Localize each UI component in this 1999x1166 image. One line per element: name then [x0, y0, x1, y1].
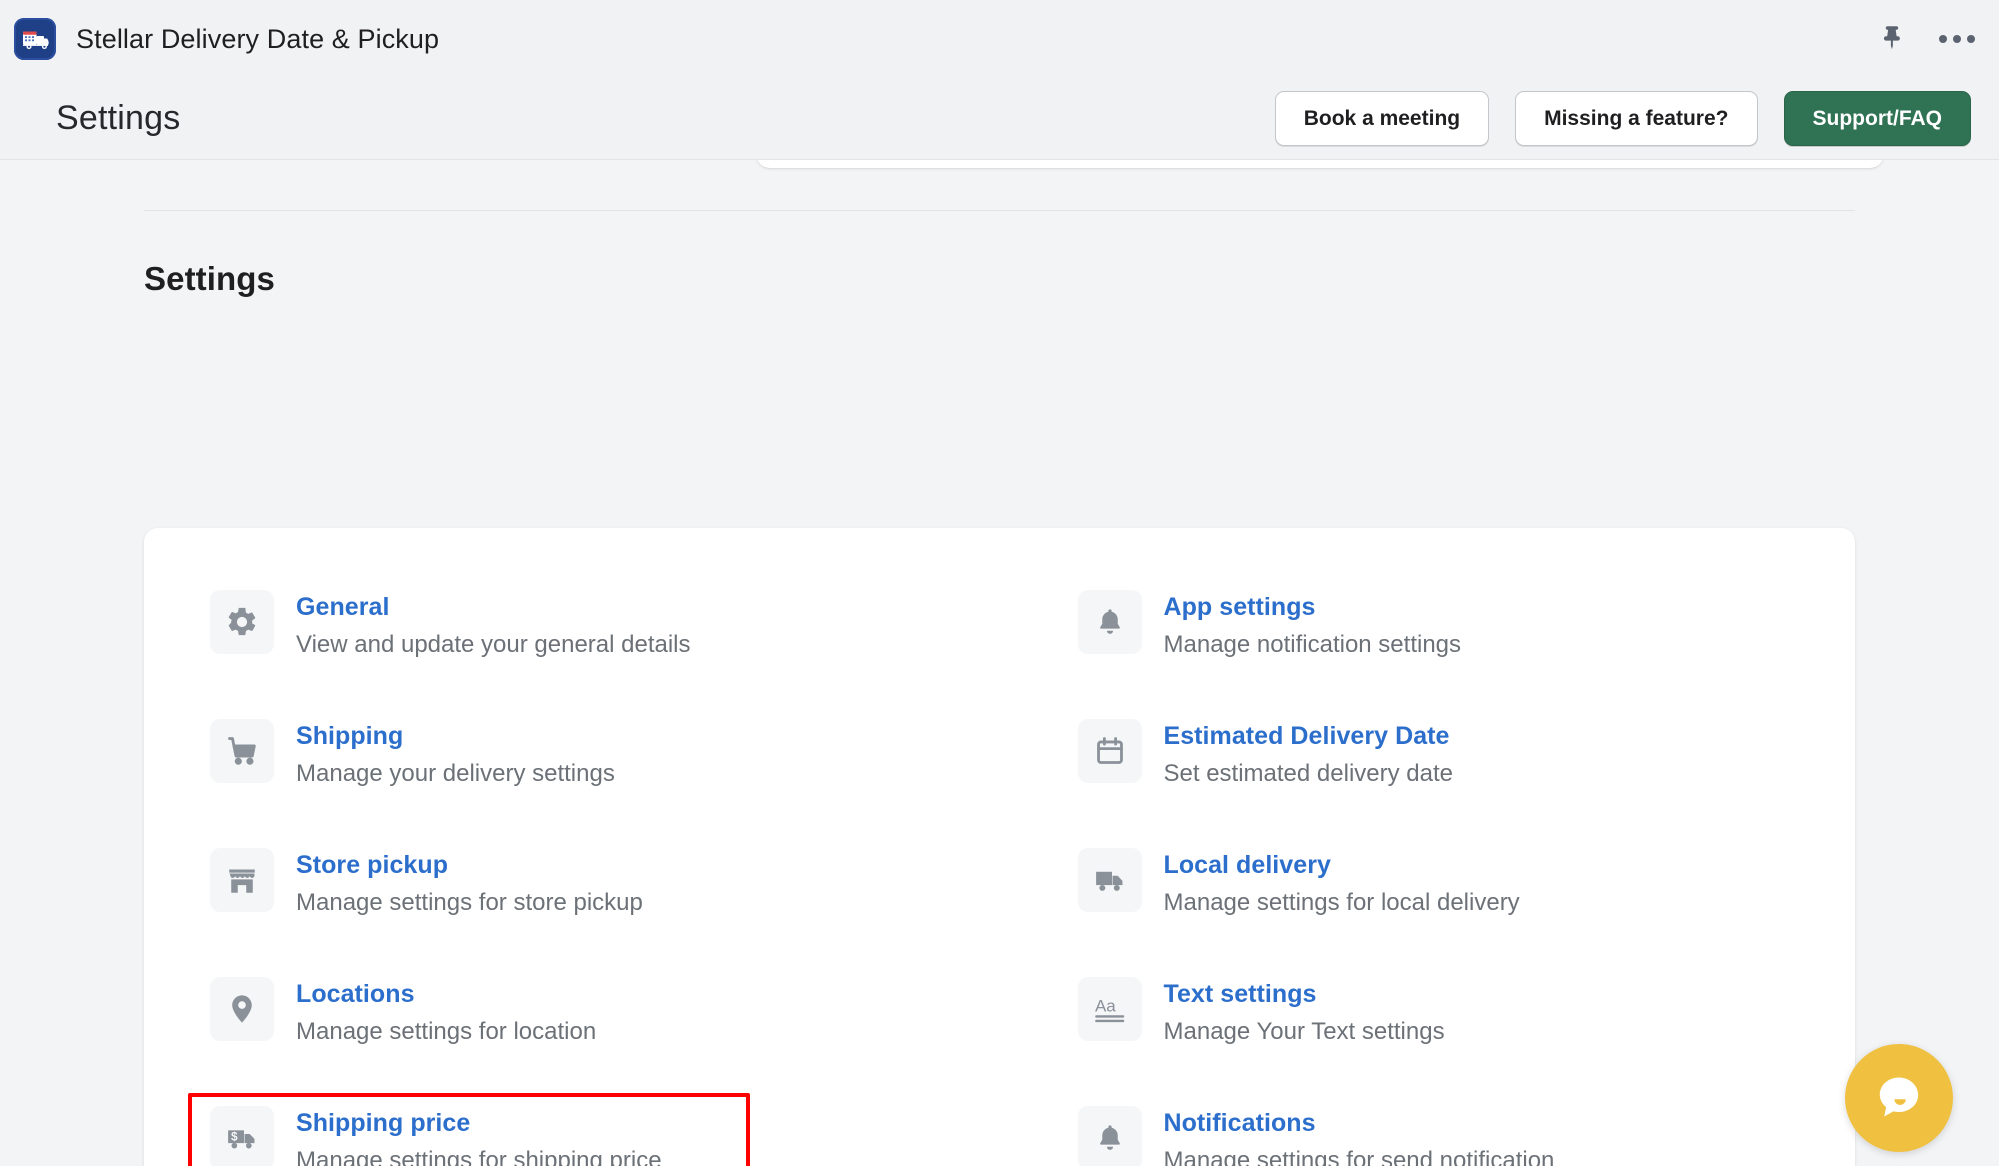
setting-item-title[interactable]: Local delivery — [1164, 850, 1520, 881]
missing-a-feature-button[interactable]: Missing a feature? — [1515, 90, 1758, 147]
pin-icon[interactable] — [1879, 24, 1905, 54]
setting-item-local-delivery[interactable]: Local delivery Manage settings for local… — [1000, 830, 1800, 959]
bell-icon — [1077, 1106, 1142, 1166]
text-format-icon: Aa — [1077, 977, 1142, 1041]
setting-item-general[interactable]: General View and update your general det… — [200, 572, 1000, 701]
svg-text:Aa: Aa — [1094, 996, 1115, 1015]
setting-item-description: Manage notification settings — [1163, 631, 1462, 659]
app-title: Stellar Delivery Date & Pickup — [76, 23, 440, 54]
more-dot — [1939, 35, 1947, 43]
more-horizontal-icon[interactable] — [1939, 35, 1975, 43]
section-divider — [144, 210, 1855, 211]
settings-card: General View and update your general det… — [144, 528, 1855, 1166]
header-actions: Book a meeting Missing a feature? Suppor… — [1274, 90, 1971, 147]
map-pin-icon — [210, 977, 274, 1041]
chat-widget-button[interactable] — [1845, 1044, 1953, 1152]
bell-icon — [1077, 590, 1142, 654]
more-dot — [1953, 35, 1961, 43]
app-bar-actions — [1879, 24, 1975, 54]
setting-item-text: General View and update your general det… — [296, 586, 691, 660]
setting-item-title[interactable]: Notifications — [1164, 1108, 1555, 1139]
setting-item-title[interactable]: Estimated Delivery Date — [1164, 721, 1454, 752]
app-bar: Stellar Delivery Date & Pickup — [0, 0, 1999, 78]
setting-item-description: Manage Your Text settings — [1163, 1018, 1445, 1046]
book-a-meeting-button[interactable]: Book a meeting — [1274, 90, 1490, 147]
setting-item-text-settings[interactable]: Aa Text settings Manage Your Text settin… — [1000, 959, 1800, 1088]
setting-item-text: Store pickup Manage settings for store p… — [296, 844, 643, 918]
setting-item-text: Local delivery Manage settings for local… — [1164, 844, 1520, 918]
setting-item-description: Manage settings for send notification — [1163, 1147, 1555, 1166]
more-dot — [1967, 35, 1975, 43]
setting-item-title[interactable]: Locations — [296, 979, 596, 1010]
page-title: Settings — [56, 99, 181, 137]
previous-card-partial — [756, 160, 1884, 168]
setting-item-title[interactable]: Store pickup — [296, 850, 643, 881]
setting-item-locations[interactable]: Locations Manage settings for location — [200, 959, 1000, 1088]
page-header: Settings Book a meeting Missing a featur… — [0, 78, 1999, 160]
setting-item-notifications[interactable]: Notifications Manage settings for send n… — [1000, 1088, 1800, 1166]
gear-icon — [210, 590, 274, 654]
setting-item-text: Locations Manage settings for location — [296, 973, 596, 1047]
setting-item-text: Shipping Manage your delivery settings — [296, 715, 615, 789]
setting-item-text: Shipping price Manage settings for shipp… — [296, 1102, 662, 1166]
setting-item-title[interactable]: Shipping price — [296, 1108, 662, 1139]
truck-dollar-icon: $ — [210, 1106, 274, 1166]
setting-item-app-settings[interactable]: App settings Manage notification setting… — [1000, 572, 1800, 701]
setting-item-description: Manage settings for local delivery — [1163, 889, 1520, 917]
settings-grid: General View and update your general det… — [144, 572, 1855, 1166]
setting-item-description: Manage your delivery settings — [296, 760, 615, 788]
settings-section-heading: Settings — [144, 260, 275, 297]
setting-item-title[interactable]: Text settings — [1164, 979, 1445, 1010]
setting-item-shipping[interactable]: Shipping Manage your delivery settings — [200, 701, 1000, 830]
storefront-icon — [210, 848, 274, 912]
setting-item-description: Set estimated delivery date — [1163, 760, 1454, 788]
page-body: Settings General View and update your ge… — [0, 160, 1999, 1166]
delivery-truck-icon — [1077, 848, 1142, 912]
setting-item-title[interactable]: General — [296, 592, 691, 623]
setting-item-estimated-delivery-date[interactable]: Estimated Delivery Date Set estimated de… — [1000, 701, 1800, 830]
setting-item-description: View and update your general details — [296, 631, 691, 659]
setting-item-text: App settings Manage notification setting… — [1164, 586, 1462, 660]
calendar-icon — [1077, 719, 1142, 783]
support-faq-button[interactable]: Support/FAQ — [1783, 90, 1971, 147]
shopping-cart-icon — [210, 719, 274, 783]
setting-item-text: Text settings Manage Your Text settings — [1164, 973, 1445, 1047]
chat-bubble-icon — [1879, 1077, 1919, 1117]
setting-item-text: Estimated Delivery Date Set estimated de… — [1164, 715, 1454, 789]
setting-item-description: Manage settings for location — [296, 1018, 597, 1046]
setting-item-title[interactable]: Shipping — [296, 721, 615, 752]
setting-item-shipping-price[interactable]: $ Shipping price Manage settings for shi… — [200, 1088, 1000, 1166]
setting-item-description: Manage settings for shipping price — [296, 1147, 662, 1166]
delivery-truck-calendar-icon — [14, 18, 56, 60]
setting-item-text: Notifications Manage settings for send n… — [1164, 1102, 1555, 1166]
setting-item-description: Manage settings for store pickup — [296, 889, 643, 917]
setting-item-title[interactable]: App settings — [1164, 592, 1462, 623]
svg-text:$: $ — [231, 1129, 238, 1143]
setting-item-store-pickup[interactable]: Store pickup Manage settings for store p… — [200, 830, 1000, 959]
